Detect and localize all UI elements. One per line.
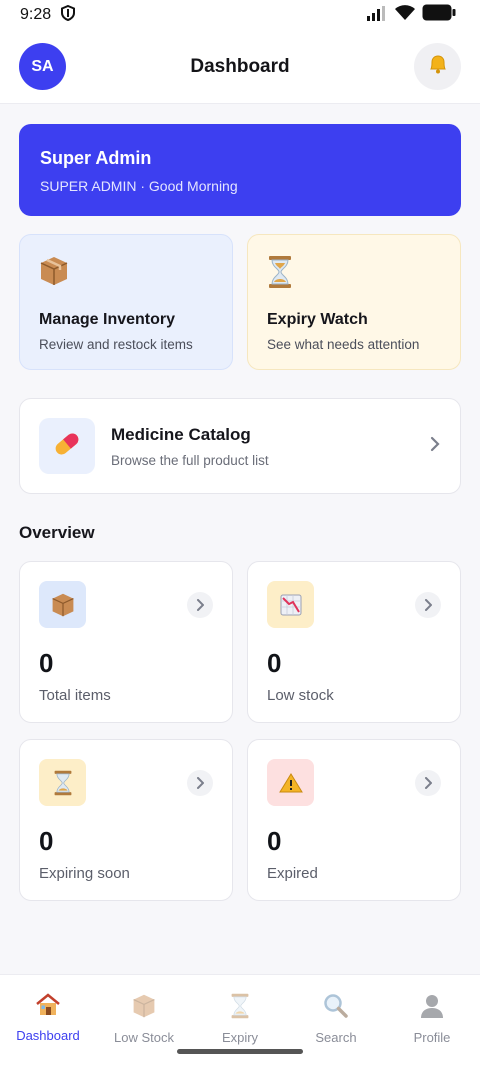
chart-down-icon [267, 581, 314, 628]
catalog-desc: Browse the full product list [111, 452, 269, 468]
catalog-icon-box [39, 418, 95, 474]
action-title: Expiry Watch [267, 311, 368, 328]
nav-search[interactable]: Search [288, 993, 384, 1066]
stat-value: 0 [267, 648, 282, 678]
battery-icon [422, 4, 456, 26]
stat-value: 0 [39, 648, 54, 678]
expiry-watch-card[interactable]: Expiry Watch See what needs attention [247, 234, 461, 370]
status-bar: 9:28 [0, 0, 480, 30]
package-icon [132, 993, 156, 1024]
chevron-right-icon [187, 770, 213, 796]
overview-heading: Overview [19, 523, 95, 542]
avatar[interactable]: SA [19, 43, 66, 90]
nav-label: Expiry [221, 1030, 259, 1045]
home-indicator[interactable] [177, 1049, 303, 1054]
profile-icon [420, 993, 444, 1024]
signal-icon [366, 5, 388, 26]
app-header: SA Dashboard [0, 30, 480, 104]
manage-inventory-card[interactable]: Manage Inventory Review and restock item… [19, 234, 233, 370]
greeting-card: Super Admin SUPER ADMIN · Good Morning [19, 124, 461, 216]
nav-profile[interactable]: Profile [384, 993, 480, 1066]
chevron-right-icon [415, 770, 441, 796]
status-time: 9:28 [20, 6, 52, 23]
stat-expired-card[interactable]: 0 Expired [247, 739, 461, 901]
catalog-title: Medicine Catalog [111, 424, 251, 444]
user-name: Super Admin [40, 148, 152, 168]
stat-value: 0 [39, 826, 54, 856]
bell-icon [427, 53, 449, 80]
stat-low-stock-card[interactable]: 0 Low stock [247, 561, 461, 723]
pill-icon [51, 428, 83, 465]
hourglass-icon [39, 759, 86, 806]
stat-label: Low stock [267, 687, 334, 704]
medicine-catalog-card[interactable]: Medicine Catalog Browse the full product… [19, 398, 461, 494]
wifi-icon [394, 4, 416, 26]
action-desc: See what needs attention [267, 337, 420, 352]
search-icon [323, 993, 349, 1024]
package-icon [39, 255, 73, 289]
chevron-right-icon [187, 592, 213, 618]
stat-total-items-card[interactable]: 0 Total items [19, 561, 233, 723]
page-title: Dashboard [190, 55, 290, 77]
nav-label: Low Stock [114, 1030, 174, 1045]
hourglass-icon [230, 993, 250, 1024]
stat-label: Expiring soon [39, 865, 130, 882]
nav-label: Search [315, 1030, 357, 1045]
stat-value: 0 [267, 826, 282, 856]
package-icon [39, 581, 86, 628]
nav-label: Dashboard [16, 1028, 80, 1043]
nav-expiry[interactable]: Expiry [192, 993, 288, 1066]
shield-icon [61, 4, 76, 26]
notifications-button[interactable] [414, 43, 461, 90]
action-title: Manage Inventory [39, 311, 176, 328]
chevron-right-icon [415, 592, 441, 618]
nav-label: Profile [413, 1030, 451, 1045]
action-desc: Review and restock items [39, 337, 193, 352]
user-role-greeting: SUPER ADMIN · Good Morning [40, 178, 238, 194]
hourglass-icon [267, 255, 301, 289]
nav-low-stock[interactable]: Low Stock [96, 993, 192, 1066]
nav-dashboard[interactable]: Dashboard [0, 993, 96, 1066]
stat-label: Expired [267, 865, 318, 882]
chevron-right-icon [429, 435, 441, 458]
warning-icon [267, 759, 314, 806]
home-icon [35, 993, 61, 1022]
stat-label: Total items [39, 687, 111, 704]
stat-expiring-soon-card[interactable]: 0 Expiring soon [19, 739, 233, 901]
